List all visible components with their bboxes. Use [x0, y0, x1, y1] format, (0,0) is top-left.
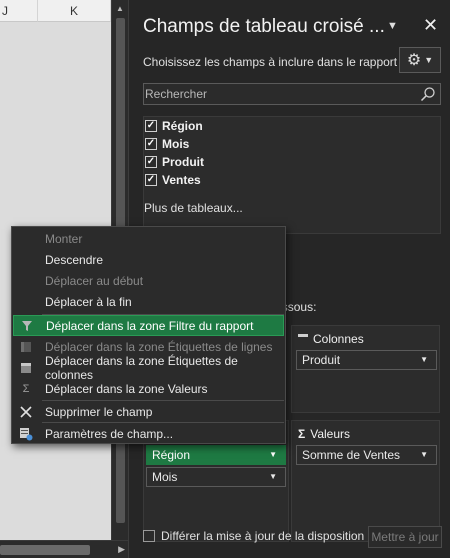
more-tables-link[interactable]: Plus de tableaux...	[144, 201, 243, 215]
values-area[interactable]: Σ Valeurs Somme de Ventes ▼	[291, 420, 440, 542]
menu-item-label: Paramètres de champ...	[45, 426, 174, 441]
gear-icon: ⚙	[406, 52, 422, 69]
column-header-k[interactable]: K	[38, 0, 111, 22]
defer-update-option[interactable]: Différer la mise à jour de la dispositio…	[143, 529, 364, 543]
chevron-down-icon: ▼	[424, 55, 434, 65]
menu-item-move-to-report-filter[interactable]: Déplacer dans la zone Filtre du rapport	[13, 315, 284, 336]
field-item-ventes[interactable]: ✓ Ventes	[145, 171, 201, 189]
values-area-title: Valeurs	[310, 427, 350, 441]
horizontal-scrollbar[interactable]: ▶	[0, 540, 128, 558]
excel-window: J K ▲ ▶ Champs de tableau croisé ... ▼ ✕…	[0, 0, 450, 558]
rows-icon	[18, 339, 34, 355]
update-button[interactable]: Mettre à jour	[368, 526, 442, 548]
menu-item-field-settings[interactable]: Paramètres de champ...	[13, 423, 284, 444]
values-area-header: Σ Valeurs	[298, 427, 350, 441]
sigma-icon: Σ	[22, 382, 30, 395]
chevron-down-icon[interactable]: ▼	[269, 468, 277, 486]
panel-options-dropdown-icon[interactable]: ▼	[387, 20, 398, 32]
tools-button[interactable]: ⚙ ▼	[399, 47, 441, 73]
menu-item-label: Déplacer au début	[45, 273, 144, 288]
field-list: ✓ Région ✓ Mois ✓ Produit ✓ Ventes Plus …	[143, 116, 441, 234]
menu-item-move-up[interactable]: Monter	[13, 228, 284, 249]
pill-label: Produit	[302, 353, 341, 367]
field-item-mois[interactable]: ✓ Mois	[145, 135, 189, 153]
pill-label: Somme de Ventes	[302, 448, 401, 462]
field-context-menu: Monter Descendre Déplacer au début Dépla…	[11, 226, 286, 444]
menu-item-label: Déplacer dans la zone Filtre du rapport	[46, 318, 254, 333]
search-box[interactable]	[143, 83, 441, 105]
defer-update-label: Différer la mise à jour de la dispositio…	[161, 529, 365, 543]
menu-item-move-to-column-labels[interactable]: Déplacer dans la zone Étiquettes de colo…	[13, 354, 284, 382]
menu-item-move-down[interactable]: Descendre	[13, 249, 284, 270]
columns-icon	[298, 334, 308, 344]
columns-area[interactable]: Colonnes Produit ▼	[291, 325, 440, 413]
chevron-down-icon[interactable]: ▼	[420, 446, 428, 464]
column-header-j[interactable]: J	[0, 0, 38, 22]
values-field-pill[interactable]: Somme de Ventes ▼	[296, 445, 437, 465]
rows-field-pill-region[interactable]: Région ▼	[146, 445, 286, 465]
columns-area-title: Colonnes	[313, 332, 364, 346]
field-label: Région	[162, 119, 203, 133]
filter-icon	[19, 318, 35, 334]
menu-item-label: Déplacer dans la zone Valeurs	[45, 381, 208, 396]
field-item-region[interactable]: ✓ Région	[145, 117, 203, 135]
checkbox-checked-icon[interactable]: ✓	[145, 174, 157, 186]
columns-field-pill[interactable]: Produit ▼	[296, 350, 437, 370]
chevron-down-icon[interactable]: ▼	[420, 351, 428, 369]
columns-area-header: Colonnes	[298, 332, 364, 346]
search-icon[interactable]	[420, 86, 436, 102]
checkbox-checked-icon[interactable]: ✓	[145, 120, 157, 132]
menu-item-move-to-values[interactable]: Σ Déplacer dans la zone Valeurs	[13, 378, 284, 399]
chevron-down-icon[interactable]: ▼	[269, 446, 277, 464]
sigma-icon: Σ	[298, 427, 306, 441]
checkbox-checked-icon[interactable]: ✓	[145, 138, 157, 150]
checkbox-checked-icon[interactable]: ✓	[145, 156, 157, 168]
scroll-right-icon[interactable]: ▶	[118, 544, 125, 555]
columns-icon	[18, 360, 34, 376]
scroll-up-icon[interactable]: ▲	[116, 4, 124, 13]
menu-item-label: Déplacer à la fin	[45, 294, 132, 309]
pill-label: Mois	[152, 470, 178, 484]
menu-item-label: Supprimer le champ	[45, 404, 153, 419]
menu-item-remove-field[interactable]: Supprimer le champ	[13, 401, 284, 422]
field-label: Mois	[162, 137, 190, 151]
close-icon[interactable]: ✕	[423, 15, 438, 36]
scrollbar-thumb[interactable]	[0, 545, 90, 555]
menu-item-label: Descendre	[45, 252, 104, 267]
defer-update-checkbox[interactable]	[143, 530, 155, 542]
remove-x-icon	[18, 404, 34, 420]
field-item-produit[interactable]: ✓ Produit	[145, 153, 204, 171]
field-label: Ventes	[162, 173, 201, 187]
menu-item-label: Déplacer dans la zone Étiquettes de lign…	[45, 339, 273, 354]
rows-field-pill-mois[interactable]: Mois ▼	[146, 467, 286, 487]
field-label: Produit	[162, 155, 204, 169]
menu-item-label: Monter	[45, 231, 83, 246]
panel-title: Champs de tableau croisé ...	[143, 16, 385, 37]
menu-item-move-to-end[interactable]: Déplacer à la fin	[13, 291, 284, 312]
panel-subtitle: Choisissez les champs à inclure dans le …	[143, 55, 404, 69]
search-input[interactable]	[144, 84, 414, 104]
pill-label: Région	[152, 448, 191, 462]
menu-item-move-to-start[interactable]: Déplacer au début	[13, 270, 284, 291]
field-settings-icon	[18, 426, 34, 442]
